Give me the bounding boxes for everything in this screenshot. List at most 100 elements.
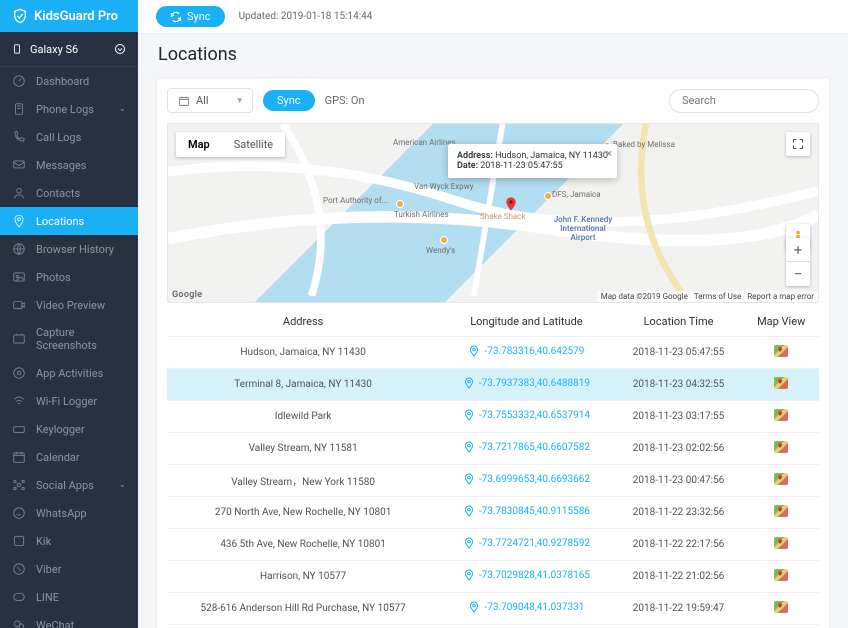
sidebar-item-video-preview[interactable]: Video Preview: [0, 291, 138, 319]
coords-link[interactable]: -73.7217865,40.6607582: [463, 441, 590, 453]
sidebar-item-social-apps[interactable]: Social Apps⌄: [0, 471, 138, 499]
sidebar-item-label: Photos: [36, 271, 71, 284]
map-type-satellite[interactable]: Satellite: [222, 132, 285, 157]
sidebar-item-label: Viber: [36, 563, 61, 576]
viber-icon: [12, 562, 26, 576]
map-marker[interactable]: [503, 196, 519, 212]
sidebar-item-line[interactable]: LINE: [0, 583, 138, 611]
map-view-button[interactable]: [774, 377, 788, 389]
coords-link[interactable]: -73.7830845,40.9115586: [463, 505, 590, 517]
cell-mapview: [743, 369, 819, 401]
map-view-button[interactable]: [774, 505, 788, 517]
sidebar-item-kik[interactable]: Kik: [0, 527, 138, 555]
cell-coords: -73.7553332,40.6537914: [439, 401, 613, 433]
sidebar-item-label: Contacts: [36, 187, 80, 200]
locations-table: Address Longitude and Latitude Location …: [167, 307, 819, 628]
cell-address: 270 North Ave, New Rochelle, NY 10801: [167, 497, 439, 529]
coords-link[interactable]: -73.783316,40.642579: [468, 345, 584, 357]
sidebar-item-photos[interactable]: Photos: [0, 263, 138, 291]
table-row: 528-616 Anderson Hill Rd Purchase, NY 10…: [167, 593, 819, 625]
sidebar-item-wechat[interactable]: WeChat: [0, 611, 138, 628]
coords-link[interactable]: -73.6999653,40.6693662: [463, 473, 590, 485]
sidebar-item-capture-screenshots[interactable]: Capture Screenshots: [0, 319, 138, 359]
cell-coords: -73.7029828,41.0378165: [439, 561, 613, 593]
map-view-button[interactable]: [774, 441, 788, 453]
video-icon: [12, 298, 26, 312]
app-icon: [12, 366, 26, 380]
sync-icon: [170, 11, 182, 23]
sidebar-item-label: Wi-Fi Logger: [36, 395, 97, 408]
map-view-button[interactable]: [774, 345, 788, 357]
sidebar-item-label: Phone Logs: [36, 103, 94, 116]
poi-label: Turkish Airlines: [394, 210, 449, 219]
cell-mapview: [743, 625, 819, 628]
device-selector[interactable]: Galaxy S6: [0, 32, 138, 67]
search-input[interactable]: [682, 94, 822, 107]
search-box[interactable]: [669, 89, 819, 113]
map-view-button[interactable]: [774, 473, 788, 485]
map[interactable]: American Airlines Baked by Melissa Van W…: [167, 123, 819, 303]
col-coords: Longitude and Latitude: [439, 307, 613, 337]
coords-link[interactable]: -73.7724721,40.9278592: [463, 537, 590, 549]
coords-link[interactable]: -73.709048,41.037331: [468, 601, 584, 613]
sidebar-item-app-activities[interactable]: App Activities: [0, 359, 138, 387]
cell-mapview: [743, 465, 819, 497]
map-view-button[interactable]: [774, 537, 788, 549]
zoom-in-button[interactable]: +: [786, 238, 810, 262]
cell-mapview: [743, 561, 819, 593]
sidebar-item-locations[interactable]: Locations: [0, 207, 138, 235]
poi-label: Shake Shack: [480, 212, 525, 221]
panel-sync-button[interactable]: Sync: [263, 90, 315, 111]
table-row: 270 North Ave, New Rochelle, NY 10801 -73…: [167, 497, 819, 529]
wechat-icon: [12, 618, 26, 628]
map-view-button[interactable]: [774, 569, 788, 581]
cell-coords: -73.783316,40.642579: [439, 337, 613, 369]
cell-address: Valley Stream，New York 11580: [167, 465, 439, 497]
coords-link[interactable]: -73.7029828,41.0378165: [463, 569, 590, 581]
cell-address: 528-616 Anderson Hill Rd Purchase, NY 10…: [167, 593, 439, 625]
sidebar-item-browser-history[interactable]: Browser History: [0, 235, 138, 263]
sidebar-item-contacts[interactable]: Contacts: [0, 179, 138, 207]
nav-menu: DashboardPhone Logs⌄Call LogsMessages Con…: [0, 67, 138, 628]
map-type-map[interactable]: Map: [176, 132, 222, 157]
poi-label: Port Authority of...: [323, 196, 388, 205]
map-type-toggle[interactable]: Map Satellite: [176, 132, 285, 157]
table-row: Bernie Guagnini Brentwood Park-73.722251…: [167, 625, 819, 628]
cell-address: Harrison, NY 10577: [167, 561, 439, 593]
kik-icon: [12, 534, 26, 548]
sidebar-item-phone-logs[interactable]: Phone Logs⌄: [0, 95, 138, 123]
sidebar-item-calendar[interactable]: Calendar: [0, 443, 138, 471]
zoom-out-button[interactable]: −: [786, 262, 810, 286]
cell-time: 2018-11-23 03:17:55: [614, 401, 744, 433]
phone-log-icon: [12, 102, 26, 116]
map-view-button[interactable]: [774, 601, 788, 613]
cell-address: Terminal 8, Jamaica, NY 11430: [167, 369, 439, 401]
fullscreen-button[interactable]: [786, 132, 810, 156]
cell-mapview: [743, 529, 819, 561]
sidebar-item-dashboard[interactable]: Dashboard: [0, 67, 138, 95]
device-name: Galaxy S6: [30, 43, 78, 56]
close-icon[interactable]: ×: [606, 147, 612, 160]
pin-icon: [463, 441, 475, 453]
map-info-window: × Address: Hudson, Jamaica, NY 11430 Dat…: [448, 144, 617, 178]
sidebar-item-whatsapp[interactable]: WhatsApp: [0, 499, 138, 527]
sidebar: KidsGuard Pro Galaxy S6 DashboardPhone L…: [0, 0, 138, 628]
table-row: Valley Stream, NY 11581-73.7217865,40.66…: [167, 433, 819, 465]
sidebar-item-messages[interactable]: Messages: [0, 151, 138, 179]
sidebar-item-keylogger[interactable]: Keylogger: [0, 415, 138, 443]
toolbar: All ▾ Sync GPS: On: [167, 88, 819, 113]
content: Locations All ▾ Sync GPS: On: [138, 34, 848, 628]
coords-link[interactable]: -73.7553332,40.6537914: [463, 409, 590, 421]
cell-coords: -73.6999653,40.6693662: [439, 465, 613, 497]
sidebar-item-viber[interactable]: Viber: [0, 555, 138, 583]
map-view-button[interactable]: [774, 409, 788, 421]
chevron-down-icon: ▾: [237, 96, 242, 106]
whatsapp-icon: [12, 506, 26, 520]
sidebar-item-call-logs[interactable]: Call Logs: [0, 123, 138, 151]
sync-button[interactable]: Sync: [156, 6, 225, 27]
col-mapview: Map View: [743, 307, 819, 337]
topbar: Sync Updated: 2019-01-18 15:14:44: [138, 0, 848, 34]
sidebar-item-wi-fi-logger[interactable]: Wi-Fi Logger: [0, 387, 138, 415]
date-filter-select[interactable]: All ▾: [167, 88, 253, 113]
coords-link[interactable]: -73.7937383,40.6488819: [463, 377, 590, 389]
